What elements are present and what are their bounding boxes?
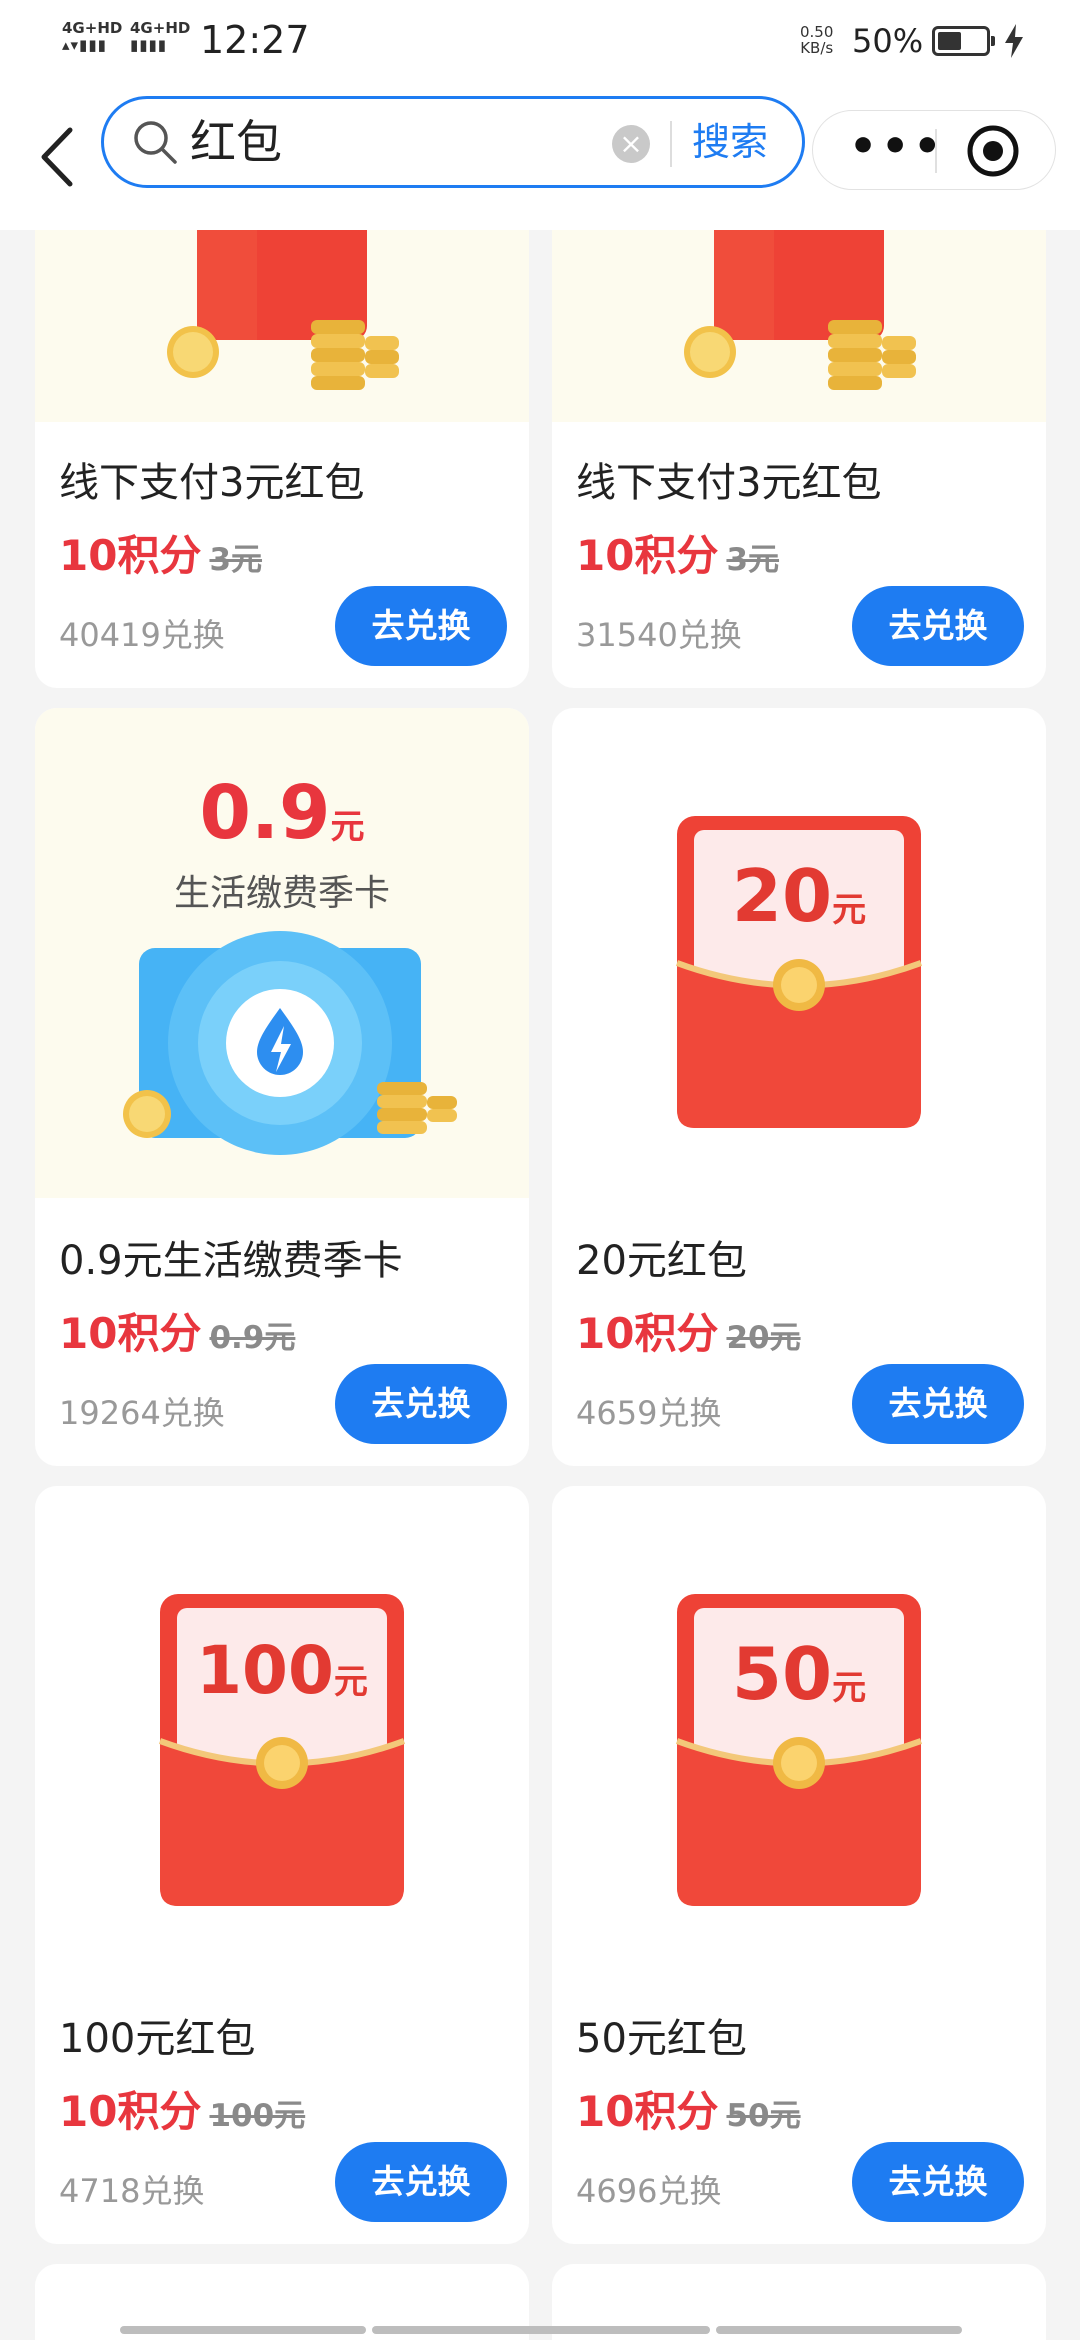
redeem-count: 40419兑换: [59, 616, 225, 654]
mini-program-capsule: •••: [812, 110, 1056, 190]
signal-indicator-1: 4G+HD ▴▾▮▮▮: [62, 20, 122, 54]
redeem-count: 4696兑换: [576, 2172, 722, 2210]
original-price: 20元: [726, 1320, 801, 1356]
original-price: 3元: [726, 542, 780, 578]
points-price: 10积分: [576, 1309, 719, 1358]
points-price: 10积分: [59, 531, 202, 580]
signal-bars-icon: ▴▾▮▮▮: [62, 36, 107, 54]
product-card[interactable]: ¥ 线下支付3元红包 10积分3元 40419兑换 去兑换: [35, 160, 529, 688]
status-bar: 4G+HD ▴▾▮▮▮ 4G+HD ▮▮▮▮ 12:27 0.50 KB/s 5…: [0, 0, 1080, 84]
search-button[interactable]: 搜索: [692, 109, 768, 175]
original-price: 0.9元: [209, 1320, 296, 1356]
nav-indicator-center[interactable]: [372, 2326, 710, 2334]
utility-card-illustration: [123, 931, 457, 1155]
network-speed: 0.50 KB/s: [800, 24, 833, 56]
price-row: 10积分 20元: [576, 1300, 801, 1361]
price-row: 10积分 3元: [59, 522, 262, 583]
art-value: 50: [731, 1632, 833, 1716]
product-name: 线下支付3元红包: [59, 460, 365, 506]
points-price: 10积分: [59, 1309, 202, 1358]
price-row: 10积分 100元: [59, 2078, 305, 2139]
price-row: 10积分 50元: [576, 2078, 801, 2139]
product-image: 100元: [35, 1486, 529, 1976]
product-card[interactable]: 100元 100元红包 10积分 100元 4718兑换 去兑换: [35, 1486, 529, 2244]
points-price: 10积分: [59, 2087, 202, 2136]
product-name: 20元红包: [576, 1238, 747, 1284]
redeem-button[interactable]: 去兑换: [852, 1364, 1024, 1444]
product-image: 50元: [552, 1486, 1046, 1976]
original-price: 50元: [726, 2098, 801, 2134]
product-card[interactable]: 20元 20元红包 10积分 20元 4659兑换 去兑换: [552, 708, 1046, 1466]
price-row: 10积分 0.9元: [59, 1300, 295, 1361]
search-input[interactable]: 红包: [190, 109, 282, 175]
battery-icon: [932, 26, 995, 56]
envelope-amount: 20元: [552, 854, 1046, 938]
battery-percent: 50%: [852, 22, 924, 60]
price-row: 10积分 3元: [576, 522, 779, 583]
redeem-count: 31540兑换: [576, 616, 742, 654]
art-value: 100: [196, 1632, 334, 1709]
art-unit: 元: [333, 1662, 368, 1702]
network-speed-unit: KB/s: [800, 39, 834, 57]
art-value: 20: [731, 854, 833, 938]
search-box[interactable]: 红包 × 搜索: [101, 96, 805, 188]
redeem-count: 4659兑换: [576, 1394, 722, 1432]
signal-indicator-2: 4G+HD ▮▮▮▮: [130, 20, 190, 54]
nav-indicator-right: [716, 2326, 962, 2334]
clock: 12:27: [200, 18, 310, 62]
product-image: 20元: [552, 708, 1046, 1198]
points-price: 10积分: [576, 2087, 719, 2136]
signal-label: 4G+HD: [130, 19, 191, 37]
red-envelope-illustration: [675, 1594, 923, 1906]
red-envelope-illustration: [675, 816, 923, 1128]
charging-bolt-icon: [1005, 24, 1023, 58]
product-card[interactable]: 50元 50元红包 10积分 50元 4696兑换 去兑换: [552, 1486, 1046, 2244]
red-envelope-illustration: [158, 1594, 406, 1906]
nav-indicator-left: [120, 2326, 366, 2334]
product-name: 50元红包: [576, 2016, 747, 2062]
close-target-icon[interactable]: [965, 123, 1021, 179]
points-price: 10积分: [576, 531, 719, 580]
product-card[interactable]: ¥ 线下支付3元红包 10积分3元 31540兑换 去兑换: [552, 160, 1046, 688]
envelope-amount: 50元: [552, 1632, 1046, 1716]
envelope-amount: 100元: [35, 1632, 529, 1709]
redeem-button[interactable]: 去兑换: [852, 586, 1024, 666]
art-unit: 元: [832, 1668, 867, 1708]
redeem-button[interactable]: 去兑换: [335, 586, 507, 666]
more-icon[interactable]: •••: [849, 125, 945, 169]
original-price: 100元: [209, 2098, 306, 2134]
product-card[interactable]: 0.9元 生活缴费季卡 0.9元生活缴费季卡 10积分 0.9元 19264兑换 …: [35, 708, 529, 1466]
signal-bars-icon: ▮▮▮▮: [130, 36, 168, 54]
search-header: 红包 × 搜索 •••: [0, 84, 1080, 230]
battery-fill: [938, 32, 961, 50]
signal-label: 4G+HD: [62, 19, 123, 37]
redeem-count: 4718兑换: [59, 2172, 205, 2210]
capsule-divider: [935, 129, 937, 173]
original-price: 3元: [209, 542, 263, 578]
back-arrow-icon[interactable]: [34, 122, 84, 192]
redeem-button[interactable]: 去兑换: [335, 2142, 507, 2222]
search-divider: [670, 121, 672, 167]
redeem-count: 19264兑换: [59, 1394, 225, 1432]
product-name: 线下支付3元红包: [576, 460, 882, 506]
product-image: 0.9元 生活缴费季卡: [35, 708, 529, 1198]
redeem-button[interactable]: 去兑换: [335, 1364, 507, 1444]
product-name: 0.9元生活缴费季卡: [59, 1238, 403, 1284]
product-name: 100元红包: [59, 2016, 256, 2062]
network-speed-value: 0.50: [800, 23, 834, 41]
clear-icon[interactable]: ×: [612, 125, 650, 163]
search-icon: [134, 121, 177, 164]
art-unit: 元: [832, 890, 867, 930]
redeem-button[interactable]: 去兑换: [852, 2142, 1024, 2222]
